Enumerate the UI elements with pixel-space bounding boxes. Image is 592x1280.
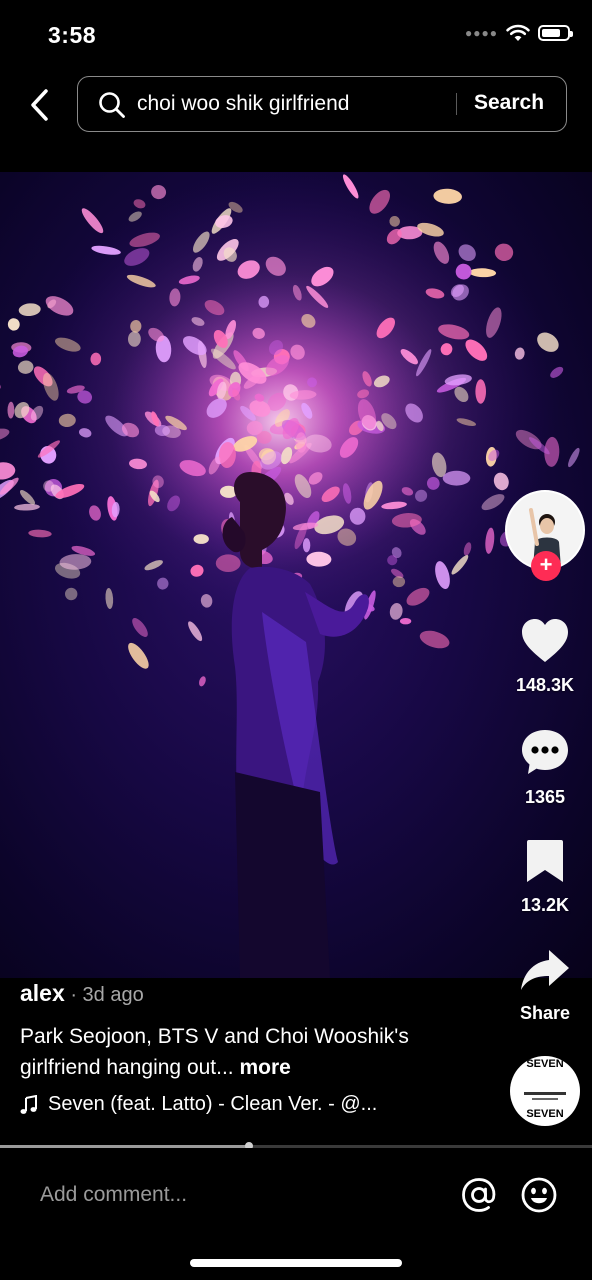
petal xyxy=(0,428,10,442)
back-button[interactable] xyxy=(22,86,56,124)
petal xyxy=(128,642,149,669)
petal xyxy=(0,462,16,480)
petal xyxy=(105,588,114,609)
mention-icon[interactable] xyxy=(460,1176,498,1214)
petal xyxy=(188,621,203,642)
battery-icon xyxy=(538,25,573,41)
follow-button[interactable]: + xyxy=(531,551,561,581)
share-button[interactable]: Share xyxy=(500,948,590,1024)
post-time: · 3d ago xyxy=(64,984,144,1006)
disc-title-bottom: SEVEN xyxy=(526,1108,564,1120)
petal xyxy=(215,554,241,572)
like-count: 148.3K xyxy=(515,675,575,695)
post-description: Park Seojoon, BTS V and Choi Wooshik's g… xyxy=(20,1021,490,1083)
bookmark-count: 13.2K xyxy=(520,895,570,915)
petal xyxy=(7,318,20,331)
creator-avatar[interactable]: + xyxy=(505,490,585,581)
music-disc[interactable]: SEVEN SEVEN xyxy=(510,1056,580,1126)
chevron-left-icon xyxy=(31,89,48,121)
search-input[interactable]: choi woo shik girlfriend xyxy=(137,92,349,116)
petal xyxy=(199,676,206,687)
petal xyxy=(7,401,15,419)
petal xyxy=(475,379,487,404)
search-icon xyxy=(99,92,125,118)
petal xyxy=(151,185,167,200)
wifi-icon xyxy=(506,24,530,41)
music-note-icon xyxy=(20,1094,37,1114)
share-icon xyxy=(521,950,569,990)
petal xyxy=(64,587,78,601)
petal xyxy=(133,199,146,209)
signal-icon: ●●●● xyxy=(465,26,498,40)
username-line: alex · 3d ago xyxy=(20,980,490,1007)
petal xyxy=(399,618,412,625)
petal xyxy=(14,503,40,511)
petal xyxy=(433,188,462,204)
username[interactable]: alex xyxy=(20,980,65,1006)
music-link[interactable]: Seven (feat. Latto) - Clean Ver. - @... xyxy=(20,1093,490,1116)
petal xyxy=(132,618,148,637)
music-title: Seven (feat. Latto) - Clean Ver. - @... xyxy=(48,1093,378,1115)
bookmark-button[interactable]: 13.2K xyxy=(500,838,590,916)
petal xyxy=(442,470,471,486)
comment-button[interactable]: 1365 xyxy=(500,728,590,808)
heart-icon xyxy=(522,619,568,662)
search-bar[interactable]: choi woo shik girlfriend Search xyxy=(77,76,567,132)
post-meta: alex · 3d ago Park Seojoon, BTS V and Ch… xyxy=(20,980,490,1116)
comment-bar: Add comment... xyxy=(0,1148,592,1280)
more-link[interactable]: more xyxy=(239,1056,290,1079)
description-text: Park Seojoon, BTS V and Choi Wooshik's g… xyxy=(20,1025,409,1079)
petal xyxy=(193,534,209,544)
status-time: 3:58 xyxy=(48,22,97,48)
share-label: Share xyxy=(519,1003,571,1023)
status-bar: 3:58 ●●●● xyxy=(0,0,592,70)
petal xyxy=(568,447,580,468)
petal xyxy=(28,529,52,538)
bookmark-icon xyxy=(527,840,563,882)
like-button[interactable]: 148.3K xyxy=(500,618,590,696)
emoji-icon[interactable] xyxy=(520,1176,558,1214)
petal xyxy=(0,378,1,390)
search-button[interactable]: Search xyxy=(474,91,544,115)
petal xyxy=(419,630,450,649)
comment-count: 1365 xyxy=(524,787,566,807)
comment-input[interactable]: Add comment... xyxy=(40,1183,187,1207)
status-icons: ●●●● xyxy=(465,24,573,42)
search-divider xyxy=(456,93,457,115)
home-indicator xyxy=(190,1259,402,1267)
petal xyxy=(18,303,41,317)
petal xyxy=(302,538,311,553)
petal xyxy=(81,208,104,234)
comment-icon xyxy=(522,730,568,774)
